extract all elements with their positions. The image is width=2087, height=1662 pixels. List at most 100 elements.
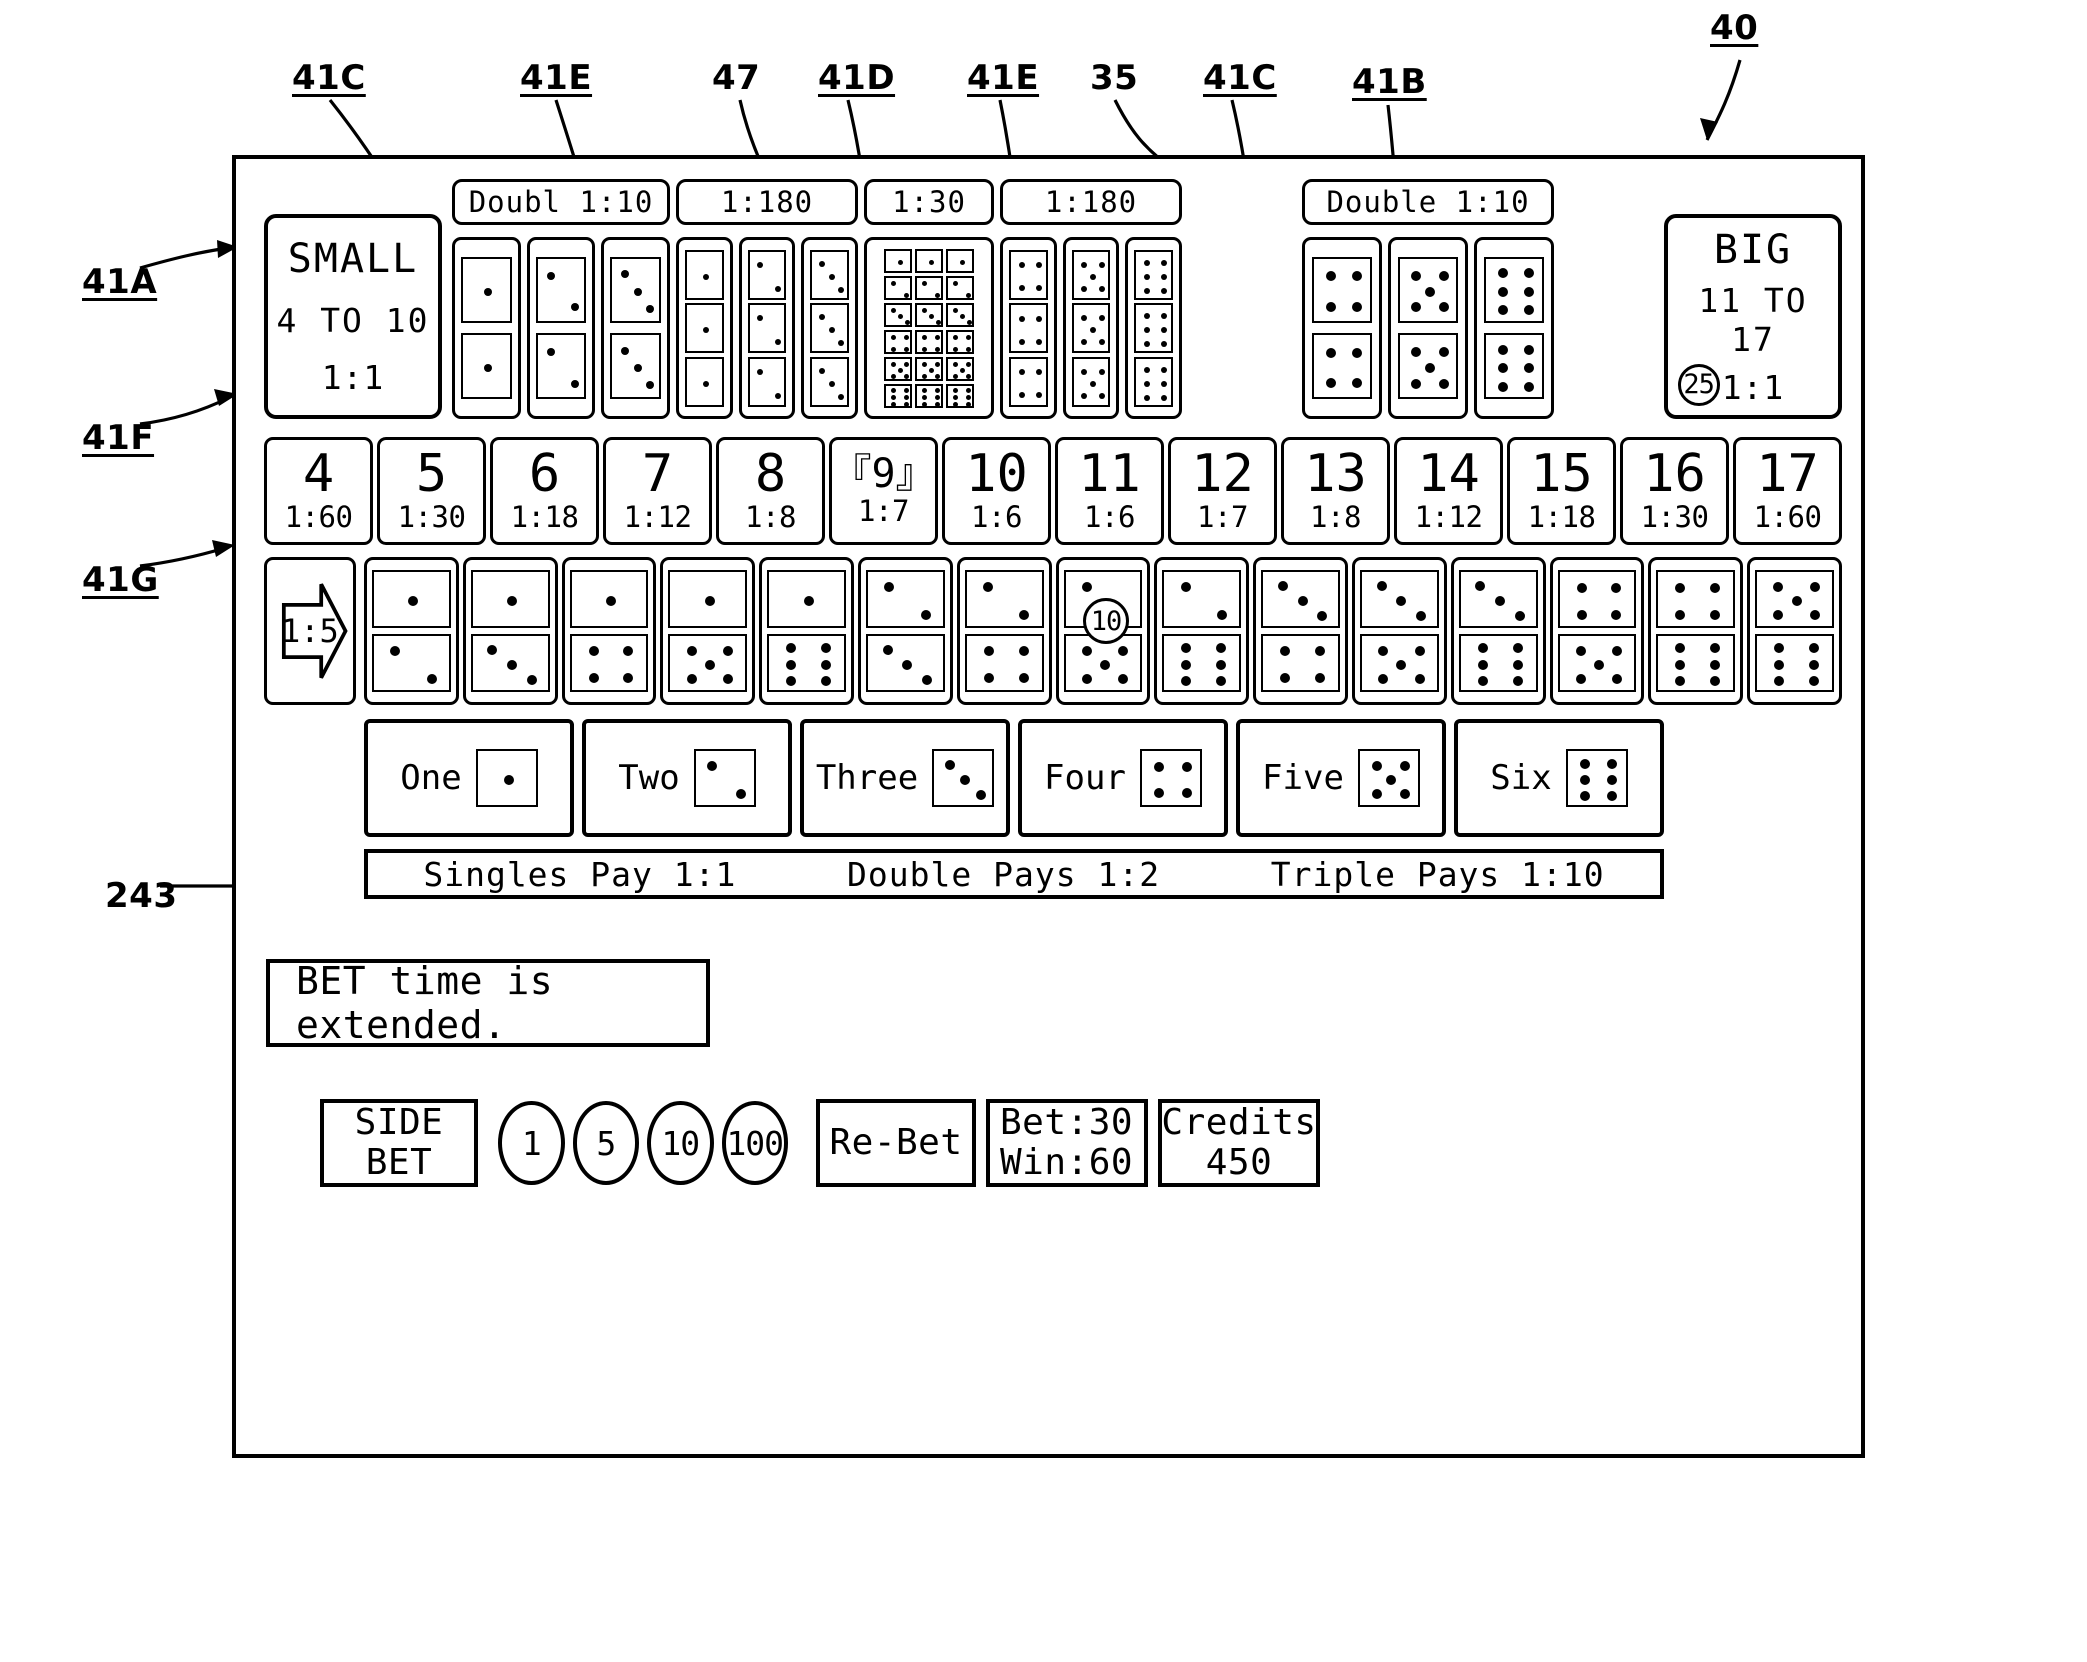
- total-number: 6: [528, 443, 561, 504]
- die-pip: [703, 327, 710, 333]
- die-face-5: [1071, 356, 1111, 407]
- combination-cell-1-2[interactable]: [364, 557, 459, 705]
- die-pip: [588, 646, 599, 657]
- single-number-cell-five[interactable]: Five: [1236, 719, 1446, 837]
- die-pip: [1580, 775, 1591, 785]
- total-cell-9[interactable]: 『9』 1:7: [829, 437, 938, 545]
- total-cell-11[interactable]: 11 1:6: [1055, 437, 1164, 545]
- die-pip: [891, 335, 897, 341]
- big-bet-cell[interactable]: BIG 11 TO 17 25 1:1: [1664, 214, 1842, 419]
- combination-cell-4-6[interactable]: [1648, 557, 1744, 705]
- header-double-right[interactable]: Double 1:10: [1302, 179, 1554, 225]
- any-triple-cell[interactable]: [864, 237, 994, 419]
- header-double-left[interactable]: Doubl 1:10: [452, 179, 670, 225]
- combination-cell-3-6[interactable]: [1450, 557, 1546, 705]
- die-face-3: [1360, 570, 1439, 629]
- total-cell-15[interactable]: 15 1:18: [1507, 437, 1616, 545]
- single-number-cell-four[interactable]: Four: [1018, 719, 1228, 837]
- die-pip: [960, 775, 971, 785]
- chip-100[interactable]: 100: [721, 1101, 788, 1185]
- small-bet-cell[interactable]: SMALL 4 TO 10 1:1: [264, 214, 442, 419]
- die-pip: [774, 285, 781, 292]
- header-double-right-label: Double 1:10: [1326, 185, 1530, 219]
- bet-marker-combination[interactable]: 10: [1082, 598, 1129, 644]
- combination-cell-2-6[interactable]: [1154, 557, 1250, 705]
- die-face-3: [884, 302, 912, 327]
- combination-cell-3-4[interactable]: [1253, 557, 1348, 705]
- double-right-cell-2[interactable]: [1388, 237, 1468, 419]
- big-odds-row: 25 1:1: [1677, 363, 1785, 407]
- die-pip: [1497, 363, 1508, 374]
- die-pip: [1352, 271, 1363, 282]
- specific-triple-right-cell-3[interactable]: [1125, 237, 1182, 419]
- re-bet-button[interactable]: Re-Bet: [816, 1099, 976, 1187]
- total-cell-5[interactable]: 5 1:30: [377, 437, 486, 545]
- specific-triple-left-cell-2[interactable]: [738, 237, 796, 419]
- die-pip: [838, 340, 845, 346]
- ref-41D: 41D: [818, 58, 896, 98]
- combination-cell-5-6[interactable]: [1747, 557, 1842, 705]
- single-number-cell-one[interactable]: One: [364, 719, 574, 837]
- combination-cell-2-3[interactable]: [858, 557, 953, 705]
- die-pip: [623, 646, 634, 657]
- specific-triple-right-cell-1[interactable]: [1000, 237, 1057, 419]
- double-left-cell-3[interactable]: [601, 237, 670, 419]
- header-specific-triple-right[interactable]: 1:180: [1000, 179, 1182, 225]
- double-right-cell-1[interactable]: [1302, 237, 1382, 419]
- header-specific-triple-left[interactable]: 1:180: [676, 179, 858, 225]
- combination-cell-1-5[interactable]: [660, 557, 756, 705]
- total-cell-14[interactable]: 14 1:12: [1394, 437, 1503, 545]
- total-cell-6[interactable]: 6 1:18: [490, 437, 599, 545]
- single-number-cell-three[interactable]: Three: [800, 719, 1010, 837]
- die-face-2: [693, 749, 756, 807]
- combination-cell-4-5[interactable]: [1549, 557, 1645, 705]
- single-number-cell-six[interactable]: Six: [1454, 719, 1664, 837]
- total-cell-7[interactable]: 7 1:12: [603, 437, 712, 545]
- die-pip: [1512, 675, 1523, 686]
- die-pip: [1216, 643, 1227, 654]
- chip-5[interactable]: 5: [572, 1101, 639, 1185]
- double-left-cell-2[interactable]: [526, 237, 596, 419]
- total-odds: 1:8: [745, 499, 796, 534]
- die-face-2: [964, 570, 1044, 629]
- die-face-6: [1755, 633, 1834, 692]
- header-any-triple[interactable]: 1:30: [864, 179, 994, 225]
- combination-cell-3-5[interactable]: [1352, 557, 1447, 705]
- total-cell-13[interactable]: 13 1:8: [1281, 437, 1390, 545]
- double-left-cell-1[interactable]: [452, 237, 521, 419]
- chip-1[interactable]: 1: [498, 1101, 565, 1185]
- combination-cell-1-3[interactable]: [462, 557, 558, 705]
- total-cell-17[interactable]: 17 1:60: [1733, 437, 1842, 545]
- double-right-cell-3[interactable]: [1474, 237, 1554, 419]
- combination-cell-1-4[interactable]: [561, 557, 657, 705]
- bet-marker-big[interactable]: 25: [1677, 363, 1720, 406]
- die-face-2: [535, 333, 587, 400]
- total-cell-8[interactable]: 8 1:8: [716, 437, 825, 545]
- die-pip: [959, 368, 965, 373]
- specific-triple-right-cell-2[interactable]: [1062, 237, 1120, 419]
- die-pip: [1791, 596, 1802, 607]
- die-face-3: [866, 633, 945, 692]
- combination-cell-2-4[interactable]: [956, 557, 1052, 705]
- total-cell-12[interactable]: 12 1:7: [1168, 437, 1277, 545]
- die-pip: [1497, 381, 1508, 392]
- total-cell-10[interactable]: 10 1:6: [942, 437, 1051, 545]
- side-bet-button[interactable]: SIDE BET: [320, 1099, 478, 1187]
- total-cell-4[interactable]: 4 1:60: [264, 437, 373, 545]
- total-cell-16[interactable]: 16 1:30: [1620, 437, 1729, 545]
- single-number-cell-two[interactable]: Two: [582, 719, 792, 837]
- specific-triple-left-cell-3[interactable]: [801, 237, 858, 419]
- combination-cell-1-6[interactable]: [759, 557, 854, 705]
- die-pip: [1081, 368, 1088, 375]
- total-number: 7: [641, 443, 674, 504]
- die-pip: [1018, 285, 1025, 291]
- specific-triple-left-cell-1[interactable]: [676, 237, 733, 419]
- chip-10[interactable]: 10: [647, 1101, 714, 1185]
- combination-cell-2-5[interactable]: 10: [1055, 557, 1151, 705]
- die-pip: [1411, 270, 1422, 281]
- die-pip: [633, 364, 642, 373]
- ref-41E: 41E: [520, 58, 593, 98]
- die-pip: [1325, 348, 1336, 359]
- die-pip: [1607, 791, 1618, 802]
- die-pip: [820, 675, 831, 686]
